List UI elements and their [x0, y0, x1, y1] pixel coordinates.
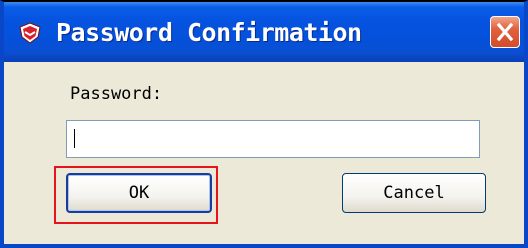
- password-label: Password:: [70, 84, 163, 104]
- cancel-button[interactable]: Cancel: [342, 173, 486, 213]
- close-x-icon: [496, 22, 514, 42]
- text-caret: [74, 129, 75, 148]
- dialog-body: Password: OK Cancel: [4, 62, 524, 244]
- shield-app-icon: [19, 22, 41, 44]
- title-bar[interactable]: Password Confirmation: [4, 2, 524, 62]
- ok-button[interactable]: OK: [66, 173, 212, 213]
- password-input[interactable]: [66, 120, 480, 158]
- close-button[interactable]: [490, 16, 520, 48]
- password-confirmation-dialog: Password Confirmation Password: OK Cance…: [0, 0, 528, 248]
- window-title: Password Confirmation: [56, 18, 362, 47]
